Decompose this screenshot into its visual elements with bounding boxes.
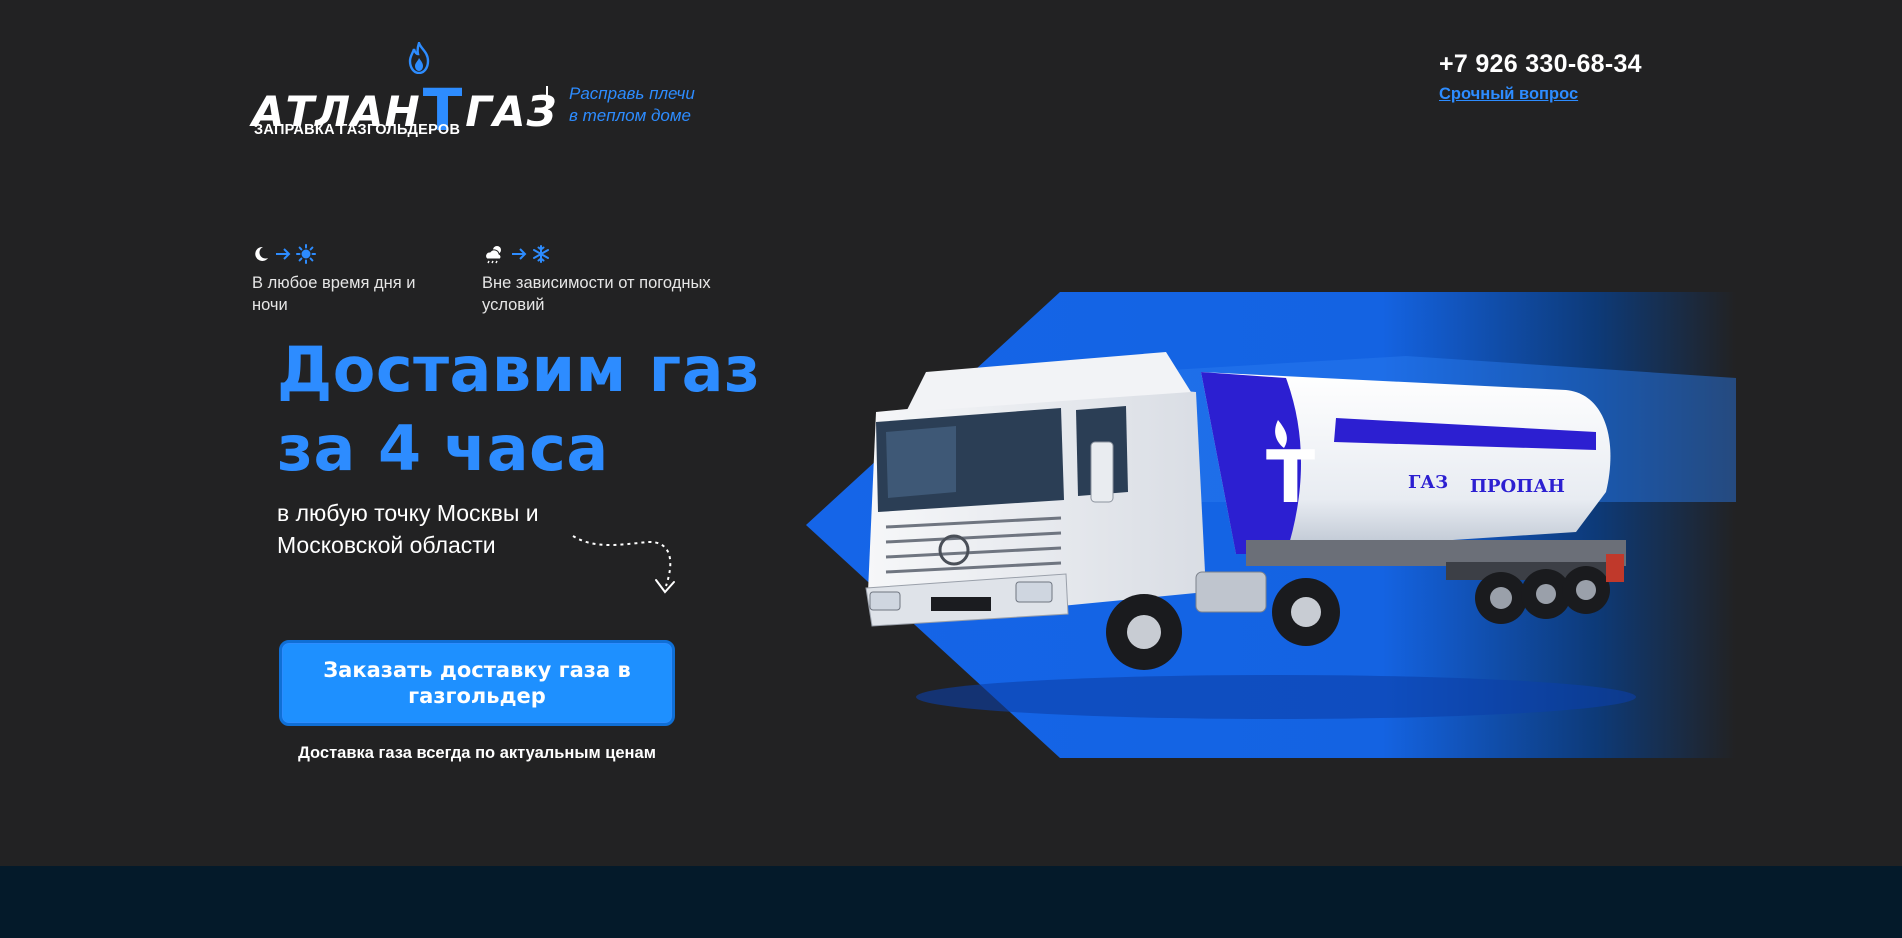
arrow-right-icon bbox=[512, 248, 527, 260]
snowflake-icon bbox=[533, 245, 549, 263]
price-note: Доставка газа всегда по актуальным ценам bbox=[298, 744, 656, 762]
urgent-question-link[interactable]: Срочный вопрос bbox=[1439, 85, 1578, 104]
curved-arrow-icon bbox=[572, 535, 675, 594]
feature-any-time: В любое время дня и ночи bbox=[252, 243, 492, 316]
feature-text: Вне зависимости от погодных условий bbox=[482, 274, 711, 314]
feature-text: В любое время дня и ночи bbox=[252, 274, 416, 314]
next-section-band bbox=[0, 866, 1902, 938]
slogan: Расправь плечи в теплом доме bbox=[569, 84, 695, 125]
feature-any-weather: Вне зависимости от погодных условий bbox=[482, 243, 722, 316]
moon-icon bbox=[255, 246, 268, 261]
logo[interactable]: АТЛАНТГАЗ ЗАПРАВКА ГАЗГОЛЬДЕРОВ bbox=[252, 42, 556, 142]
tank-label-propane: ПРОПАН bbox=[1470, 476, 1565, 497]
flame-icon bbox=[408, 42, 430, 74]
gas-tanker-truck-image: ГАЗ ПРОПАН T bbox=[806, 292, 1736, 758]
hero-headline: Доставим газ за 4 часа bbox=[277, 333, 761, 485]
order-delivery-button[interactable]: Заказать доставку газа в газгольдер bbox=[279, 640, 675, 726]
logo-subtitle: ЗАПРАВКА ГАЗГОЛЬДЕРОВ bbox=[254, 122, 461, 138]
sun-icon bbox=[296, 244, 316, 264]
phone-number[interactable]: +7 926 330-68-34 bbox=[1439, 50, 1642, 79]
hero-subheadline: в любую точку Москвы и Московской област… bbox=[277, 500, 539, 558]
tank-label-gas: ГАЗ bbox=[1408, 472, 1448, 493]
logo-divider bbox=[546, 86, 548, 122]
cloud-sun-icon bbox=[485, 246, 502, 264]
arrow-right-icon bbox=[276, 248, 291, 260]
tank-logo-letter: T bbox=[1266, 435, 1315, 519]
